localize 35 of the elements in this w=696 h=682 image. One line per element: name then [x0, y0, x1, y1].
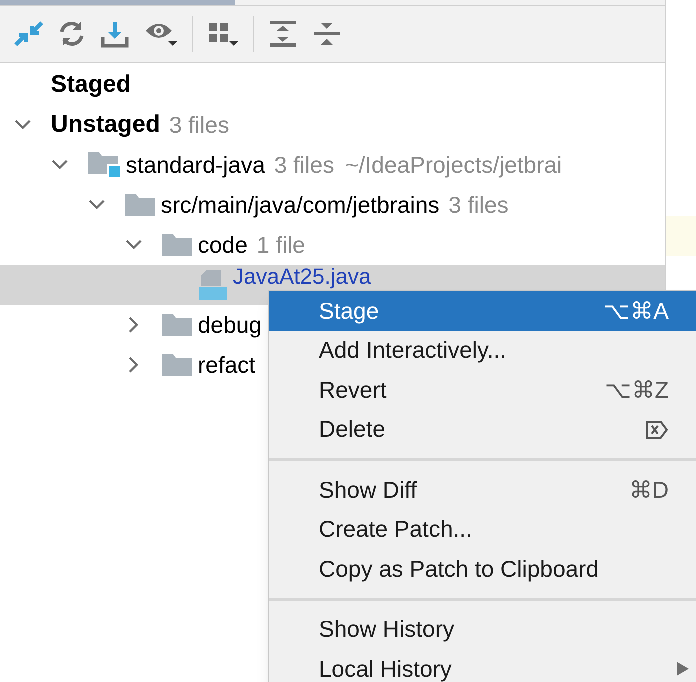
merge-icon[interactable] — [14, 19, 44, 49]
shortcut-label: ⌥⌘Z — [604, 376, 669, 405]
menu-item[interactable]: Add Interactively... — [269, 330, 696, 370]
group-label[interactable]: Staged — [51, 67, 132, 103]
folder-icon — [125, 194, 155, 216]
folder-name[interactable]: src/main/java/com/jetbrains — [161, 188, 440, 222]
shortcut-label: ⌘D — [629, 476, 669, 505]
shortcut-label: ⌥⌘A — [604, 296, 669, 326]
menu-item[interactable]: Create Patch... — [269, 510, 696, 550]
file-name[interactable]: JavaAt25.java — [233, 266, 372, 288]
module-folder-icon — [88, 152, 120, 178]
group-label[interactable]: Unstaged — [51, 107, 160, 143]
folder-name[interactable]: code — [198, 228, 248, 262]
folder-name[interactable]: refact — [198, 348, 256, 382]
folder-name[interactable]: debug — [198, 308, 262, 342]
java-file-icon — [199, 270, 227, 300]
menu-item[interactable]: Copy as Patch to Clipboard — [269, 549, 696, 589]
menu-item[interactable]: Delete — [269, 410, 696, 450]
file-count: 3 files — [274, 150, 334, 180]
expand-all-icon[interactable] — [268, 19, 298, 49]
folder-icon — [162, 354, 192, 376]
menu-item[interactable]: Local History — [269, 649, 696, 682]
project-path: ~/IdeaProjects/jetbrai — [345, 150, 562, 180]
folder-icon — [162, 314, 192, 336]
menu-item[interactable]: Revert ⌥⌘Z — [269, 370, 696, 410]
refresh-icon[interactable] — [58, 20, 86, 48]
folder-icon — [162, 234, 192, 256]
menu-item[interactable]: Show Diff ⌘D — [269, 470, 696, 510]
folder-name[interactable]: standard-java — [126, 148, 266, 182]
file-count: 3 files — [169, 110, 230, 140]
download-icon[interactable] — [100, 19, 130, 49]
file-count: 3 files — [448, 190, 509, 220]
menu-item[interactable]: Show History — [269, 610, 696, 650]
menu-item[interactable]: Stage ⌥⌘A — [269, 291, 696, 331]
file-count: 1 file — [256, 230, 306, 260]
